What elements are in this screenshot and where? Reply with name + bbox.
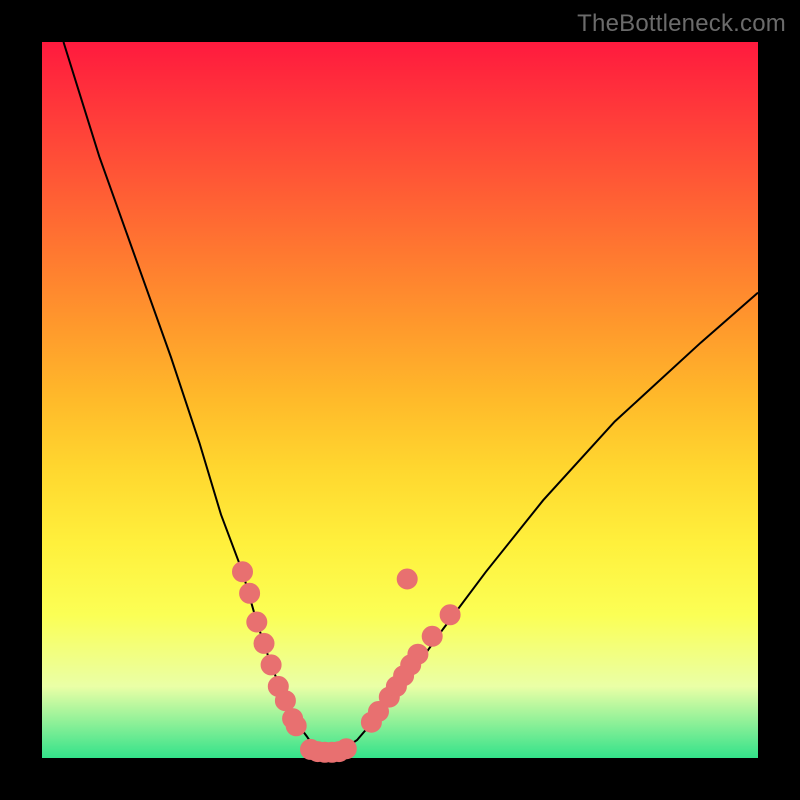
data-point xyxy=(397,569,417,589)
data-point xyxy=(286,716,306,736)
chart-svg xyxy=(42,42,758,758)
data-point xyxy=(254,633,274,653)
data-point xyxy=(275,691,295,711)
data-point xyxy=(336,739,356,759)
chart-frame: TheBottleneck.com xyxy=(0,0,800,800)
data-point xyxy=(261,655,281,675)
data-point xyxy=(247,612,267,632)
data-point xyxy=(240,583,260,603)
data-point xyxy=(408,644,428,664)
data-point xyxy=(422,626,442,646)
data-point xyxy=(440,605,460,625)
plot-area xyxy=(42,42,758,758)
bottleneck-curve xyxy=(64,42,759,752)
data-point xyxy=(233,562,253,582)
watermark-text: TheBottleneck.com xyxy=(577,10,786,38)
data-points-group xyxy=(233,562,461,763)
